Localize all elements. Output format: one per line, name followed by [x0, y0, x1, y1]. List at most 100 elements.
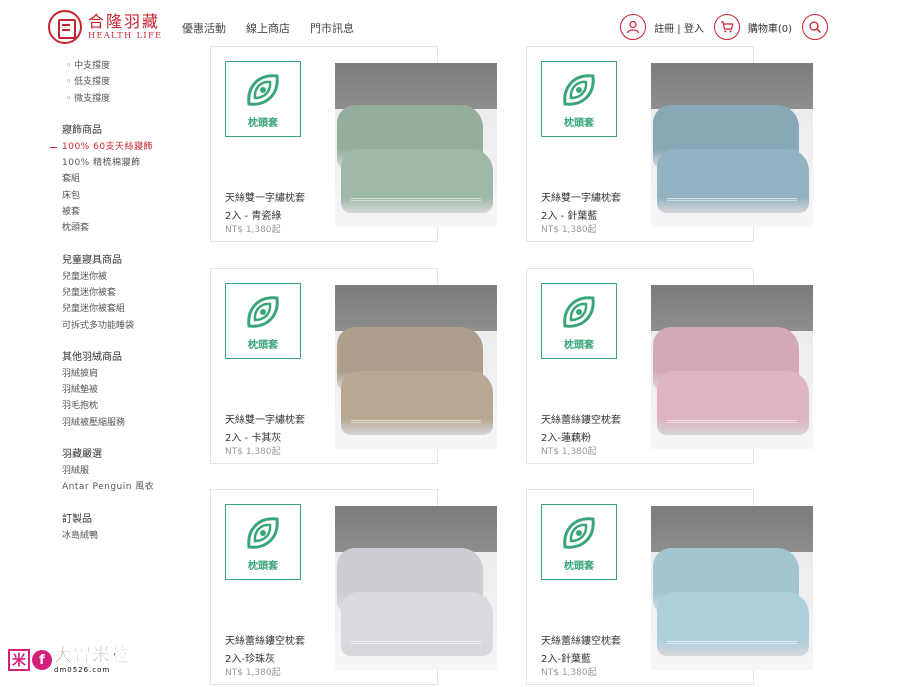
watermark-url: dm0526.com [54, 666, 111, 674]
leaf-logo-icon [563, 516, 595, 549]
product-card[interactable]: 枕頭套 天絲蕾絲鏤空枕套 2入-蓮藕粉 NT$ 1,380起 [526, 268, 813, 464]
pillow-front [657, 592, 809, 656]
badge-label: 枕頭套 [248, 339, 278, 351]
sidebar-group-title[interactable]: 寢飾商品 [62, 123, 202, 139]
sidebar-item[interactable]: ◦ 微支撐度 [62, 91, 202, 107]
pillowcase-badge: 枕頭套 [225, 61, 301, 137]
product-price: NT$ 1,380起 [541, 447, 597, 457]
product-card[interactable]: 枕頭套 天絲雙一字繡枕套 2入 - 青瓷綠 NT$ 1,380起 [210, 46, 497, 242]
leaf-logo-icon [247, 295, 279, 328]
pillowcase-badge: 枕頭套 [225, 283, 301, 359]
badge-label: 枕頭套 [564, 117, 594, 129]
product-variant: 2入 - 青瓷綠 [225, 211, 282, 222]
watermark-logo: 米 f 大胃米粒 dm0526.com [8, 645, 130, 674]
sidebar-group-title[interactable]: 羽藏嚴選 [62, 447, 202, 463]
product-name[interactable]: 天絲蕾絲鏤空枕套 [541, 632, 621, 647]
sidebar-item[interactable]: 兒童迷你被套組 [62, 301, 202, 317]
product-card[interactable]: 枕頭套 天絲蕾絲鏤空枕套 2入-珍珠灰 NT$ 1,380起 [210, 489, 497, 685]
pillowcase-badge: 枕頭套 [541, 61, 617, 137]
sidebar-item[interactable]: 羽絨披肩 [62, 366, 202, 382]
product-card[interactable]: 枕頭套 天絲雙一字繡枕套 2入 - 卡其灰 NT$ 1,380起 [210, 268, 497, 464]
brand-mark-icon [48, 10, 82, 44]
sidebar-item[interactable]: 100% 精梳棉寢飾 [62, 155, 202, 171]
product-name[interactable]: 天絲蕾絲鏤空枕套 [225, 632, 305, 647]
sidebar-item-tencel-60[interactable]: 100% 60支天絲寢飾 [50, 139, 202, 155]
sidebar-item[interactable]: 套組 [62, 171, 202, 187]
badge-label: 枕頭套 [564, 560, 594, 572]
brand-logo[interactable]: 合隆羽藏 HEALTH LIFE [48, 10, 162, 44]
nav-item-promotions[interactable]: 優惠活動 [182, 20, 226, 36]
product-price: NT$ 1,380起 [225, 447, 281, 457]
header-actions: 註冊 | 登入 購物車(0) [620, 14, 828, 40]
badge-label: 枕頭套 [248, 117, 278, 129]
product-photo[interactable] [651, 285, 813, 449]
sidebar-group-title[interactable]: 其他羽絨商品 [62, 350, 202, 366]
cart-link[interactable]: 購物車(0) [748, 20, 792, 35]
brand-name-en: HEALTH LIFE [88, 31, 163, 40]
sidebar-item[interactable]: 兒童迷你被 [62, 269, 202, 285]
sidebar-group-title[interactable]: 兒童寢具商品 [62, 253, 202, 269]
product-grid: 枕頭套 天絲雙一字繡枕套 2入 - 青瓷綠 NT$ 1,380起 枕頭套 天絲雙… [210, 46, 830, 687]
pillow-front [657, 371, 809, 435]
product-price: NT$ 1,380起 [541, 668, 597, 678]
user-icon[interactable] [620, 14, 647, 40]
sidebar-item[interactable]: 羽毛抱枕 [62, 398, 202, 414]
pillowcase-badge: 枕頭套 [541, 504, 617, 580]
sidebar-item[interactable]: 被套 [62, 204, 202, 220]
pillow-front [341, 149, 493, 213]
product-variant: 2入 - 針葉藍 [541, 211, 598, 222]
leaf-logo-icon [563, 73, 595, 106]
sidebar-item[interactable]: 羽絨服 [62, 463, 202, 479]
sidebar-item[interactable]: 羽絨墊被 [62, 382, 202, 398]
product-photo[interactable] [335, 63, 497, 227]
sidebar-item[interactable]: 可拆式多功能睡袋 [62, 318, 202, 334]
product-photo[interactable] [335, 506, 497, 670]
product-name[interactable]: 天絲雙一字繡枕套 [225, 411, 305, 426]
product-price: NT$ 1,380起 [541, 225, 597, 235]
category-sidebar: ◦ 中支撐度 ◦ 低支撐度 ◦ 微支撐度 寢飾商品 100% 60支天絲寢飾 1… [50, 58, 202, 544]
brand-name-cn: 合隆羽藏 [88, 12, 161, 31]
product-card[interactable]: 枕頭套 天絲蕾絲鏤空枕套 2入-針葉藍 NT$ 1,380起 [526, 489, 813, 685]
product-photo[interactable] [651, 63, 813, 227]
auth-link[interactable]: 註冊 | 登入 [654, 20, 704, 35]
product-card[interactable]: 枕頭套 天絲雙一字繡枕套 2入 - 針葉藍 NT$ 1,380起 [526, 46, 813, 242]
product-price: NT$ 1,380起 [225, 668, 281, 678]
sidebar-item[interactable]: 兒童迷你被套 [62, 285, 202, 301]
watermark-box-glyph: 米 [8, 649, 30, 671]
leaf-logo-icon [247, 516, 279, 549]
sidebar-item[interactable]: 枕頭套 [62, 220, 202, 236]
sidebar-item[interactable]: 羽絨被壓縮服務 [62, 415, 202, 431]
watermark-f-badge: f [32, 650, 52, 670]
pillow-front [341, 371, 493, 435]
product-name[interactable]: 天絲雙一字繡枕套 [225, 189, 305, 204]
main-nav: 優惠活動 線上商店 門市訊息 [182, 20, 354, 36]
leaf-logo-icon [563, 295, 595, 328]
product-name[interactable]: 天絲蕾絲鏤空枕套 [541, 411, 621, 426]
product-variant: 2入-珍珠灰 [225, 654, 275, 665]
badge-label: 枕頭套 [564, 339, 594, 351]
search-icon[interactable] [802, 14, 828, 40]
product-variant: 2入-針葉藍 [541, 654, 591, 665]
sidebar-item[interactable]: Antar Penguin 風衣 [62, 479, 202, 495]
sidebar-item[interactable]: 床包 [62, 188, 202, 204]
product-variant: 2入-蓮藕粉 [541, 433, 591, 444]
pillowcase-badge: 枕頭套 [541, 283, 617, 359]
pillow-front [341, 592, 493, 656]
product-photo[interactable] [335, 285, 497, 449]
nav-item-online-store[interactable]: 線上商店 [246, 20, 290, 36]
sidebar-item[interactable]: ◦ 中支撐度 [62, 58, 202, 74]
sidebar-item[interactable]: ◦ 低支撐度 [62, 74, 202, 90]
product-variant: 2入 - 卡其灰 [225, 433, 282, 444]
watermark-text: 大胃米粒 [54, 645, 130, 666]
nav-item-store-info[interactable]: 門市訊息 [310, 20, 354, 36]
pillow-front [657, 149, 809, 213]
product-price: NT$ 1,380起 [225, 225, 281, 235]
product-photo[interactable] [651, 506, 813, 670]
badge-label: 枕頭套 [248, 560, 278, 572]
sidebar-item[interactable]: 冰島絨鴨 [62, 528, 202, 544]
product-name[interactable]: 天絲雙一字繡枕套 [541, 189, 621, 204]
sidebar-group-title[interactable]: 訂製品 [62, 512, 202, 528]
cart-icon[interactable] [713, 14, 740, 40]
pillowcase-badge: 枕頭套 [225, 504, 301, 580]
leaf-logo-icon [247, 73, 279, 106]
